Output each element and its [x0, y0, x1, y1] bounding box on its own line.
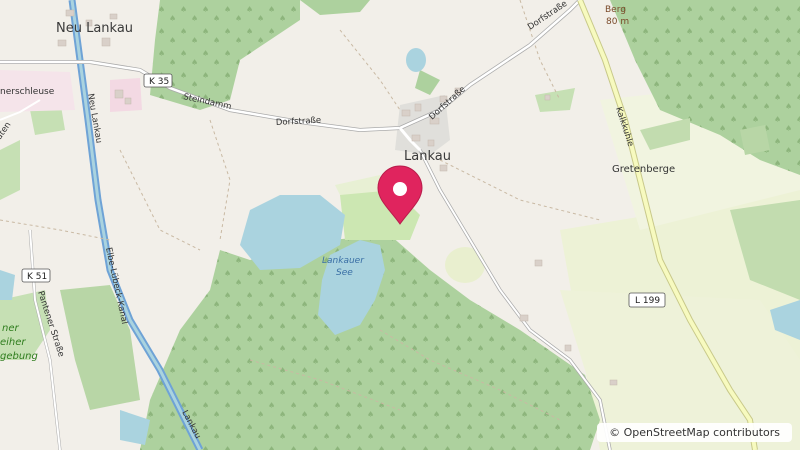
svg-text:K 35: K 35	[149, 77, 169, 87]
place-label-lankau: Lankau	[404, 149, 451, 164]
lake-label-line1: Lankauer	[322, 256, 365, 266]
map-canvas[interactable]: ♠ ♠	[0, 0, 800, 450]
place-label-gretenberge: Gretenberge	[612, 164, 675, 175]
shield-l199: L 199	[628, 292, 666, 308]
svg-text:L 199: L 199	[635, 296, 660, 306]
area-label-line1: ner	[2, 323, 19, 334]
place-label-neu-lankau: Neu Lankau	[56, 21, 133, 36]
svg-text:K 51: K 51	[27, 272, 47, 282]
map-view[interactable]: ♠ ♠	[0, 0, 800, 450]
peak-label-elevation: 80 m	[606, 17, 629, 27]
place-label-schleuse: nerschleuse	[0, 87, 55, 97]
lake-label-line2: See	[336, 268, 353, 278]
shield-k35: K 35	[143, 73, 173, 88]
map-attribution[interactable]: © OpenStreetMap contributors	[597, 423, 792, 442]
road-label-west-partial: aten	[0, 120, 13, 141]
area-label-line2: eiher	[0, 337, 26, 348]
shield-k51: K 51	[21, 268, 51, 283]
peak-label-name: Berg	[605, 5, 626, 15]
road-label-dorfstrasse-west: Dorfstraße	[276, 116, 322, 128]
area-label-line3: gebung	[0, 351, 38, 362]
